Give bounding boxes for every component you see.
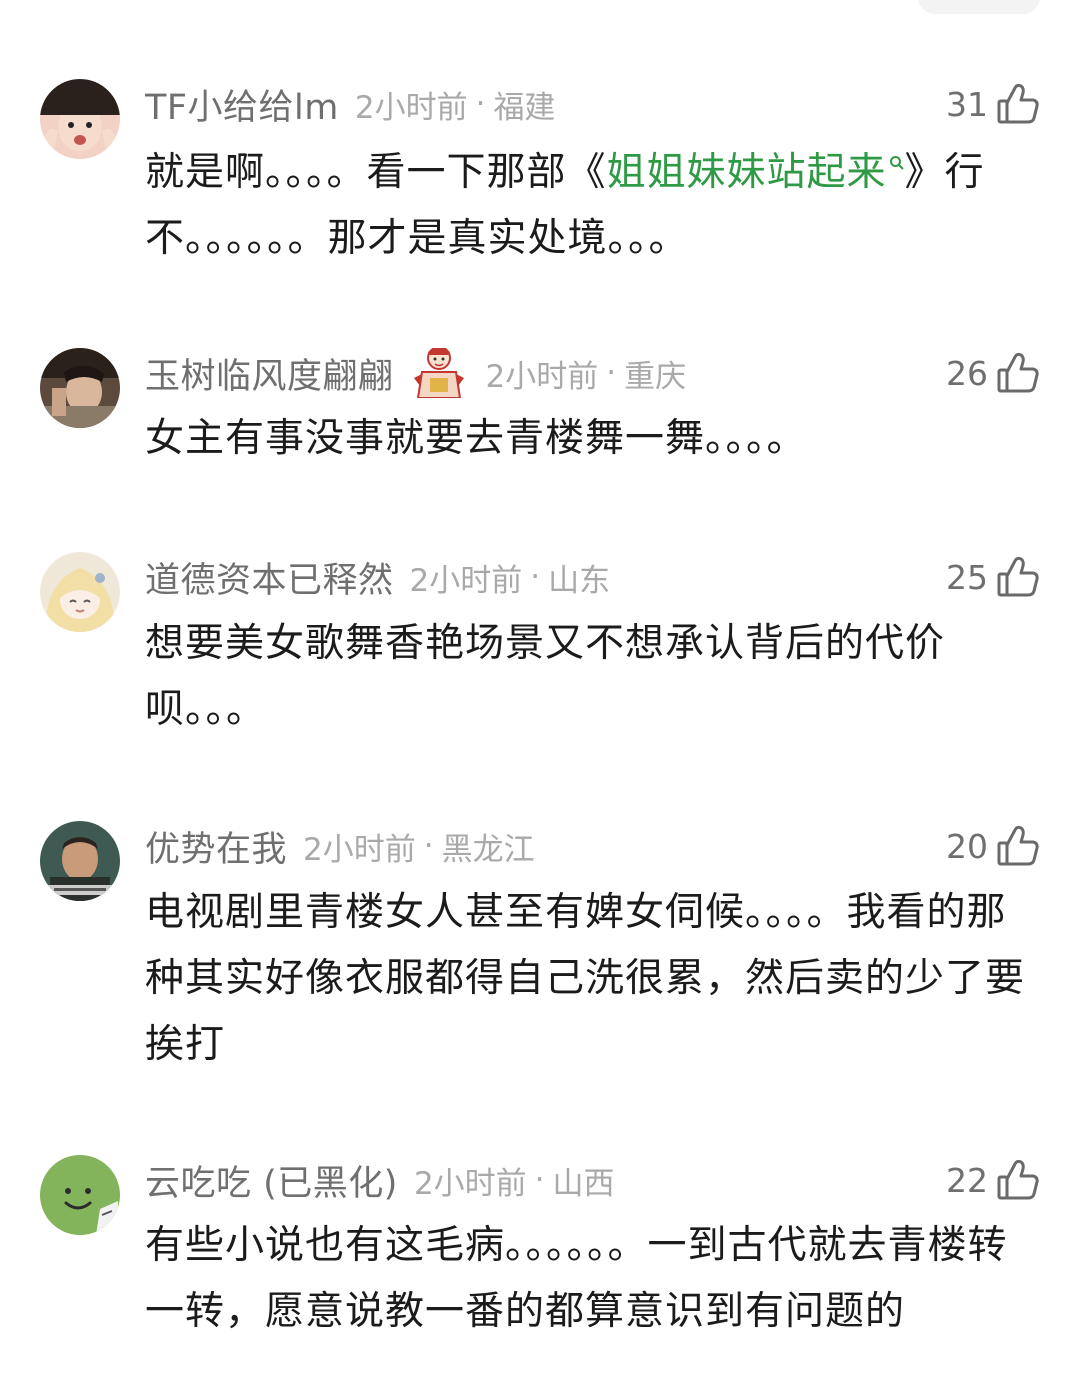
comment-text: 有些小说也有这毛病。。。。。。一到古代就去青楼转一转，愿意说教一番的都算意识到有…: [145, 1223, 1008, 1334]
comment-meta: 道德资本已释然 2小时前 · 山东: [145, 552, 920, 602]
like-button[interactable]: 20: [946, 821, 1040, 871]
comment-region: 黑龙江: [441, 831, 535, 868]
meta-separator: ·: [423, 828, 434, 864]
avatar[interactable]: [40, 1155, 120, 1235]
comment-time: 2小时前: [303, 831, 416, 868]
like-button[interactable]: 22: [946, 1155, 1040, 1205]
comment-region: 重庆: [624, 358, 687, 395]
avatar[interactable]: [40, 348, 120, 428]
avatar[interactable]: [40, 821, 120, 901]
like-button[interactable]: 26: [946, 348, 1040, 398]
comment-text: 女主有事没事就要去青楼舞一舞。。。。: [145, 416, 807, 461]
comment-meta: 云吃吃 (已黑化) 2小时前 · 山西: [145, 1155, 920, 1205]
comment-meta: TF小给给lm 2小时前 · 福建: [145, 79, 920, 129]
username[interactable]: 道德资本已释然: [145, 552, 394, 602]
meta-separator: ·: [530, 559, 541, 595]
comment-time: 2小时前: [354, 89, 468, 126]
username[interactable]: 优势在我: [145, 821, 287, 871]
fortune-god-badge-icon: [408, 348, 470, 398]
like-button[interactable]: 31: [946, 79, 1040, 129]
top-action-pill[interactable]: [918, 0, 1040, 14]
like-count: 31: [946, 84, 988, 124]
comment-region: 福建: [493, 89, 556, 126]
avatar[interactable]: [40, 552, 120, 632]
meta-separator: ·: [606, 355, 617, 391]
username[interactable]: 玉树临风度翩翩: [145, 348, 394, 398]
username[interactable]: 云吃吃 (已黑化): [145, 1155, 398, 1205]
comment-meta: 优势在我 2小时前 · 黑龙江: [145, 821, 920, 871]
thumbs-up-icon: [996, 824, 1040, 868]
search-icon: [889, 156, 904, 170]
thumbs-up-icon: [996, 1158, 1040, 1202]
comment-text: 就是啊。。。。看一下那部《姐姐妹妹站起来 》行不。。。。。。那才是真实处境。。。: [145, 140, 1040, 272]
comment-time: 2小时前: [409, 562, 523, 599]
like-count: 20: [946, 826, 988, 866]
thumbs-up-icon: [996, 351, 1040, 395]
comment-region: 山西: [552, 1165, 615, 1202]
comment-text: 想要美女歌舞香艳场景又不想承认背后的代价呗。。。: [145, 621, 946, 732]
username[interactable]: TF小给给lm: [145, 79, 339, 129]
comment-time: 2小时前: [485, 358, 599, 395]
comment-text-before: 就是啊。。。。看一下那部《: [145, 150, 607, 195]
comment-region: 山东: [548, 562, 611, 599]
search-link[interactable]: 姐姐妹妹站起来: [607, 150, 905, 195]
avatar[interactable]: [40, 79, 120, 159]
like-count: 25: [946, 557, 988, 597]
comment-text: 电视剧里青楼女人甚至有婢女伺候。。。。我看的那种其实好像衣服都得自己洗很累，然后…: [145, 890, 1026, 1067]
like-count: 22: [946, 1160, 988, 1200]
search-link-label: 姐姐妹妹站起来: [606, 150, 887, 195]
comment-time: 2小时前: [413, 1165, 527, 1202]
meta-separator: ·: [475, 86, 486, 122]
like-button[interactable]: 25: [946, 552, 1040, 602]
comment-meta: 玉树临风度翩翩 2小时前 · 重庆: [145, 348, 920, 398]
thumbs-up-icon: [996, 82, 1040, 126]
meta-separator: ·: [534, 1162, 545, 1198]
thumbs-up-icon: [996, 555, 1040, 599]
like-count: 26: [946, 353, 988, 393]
